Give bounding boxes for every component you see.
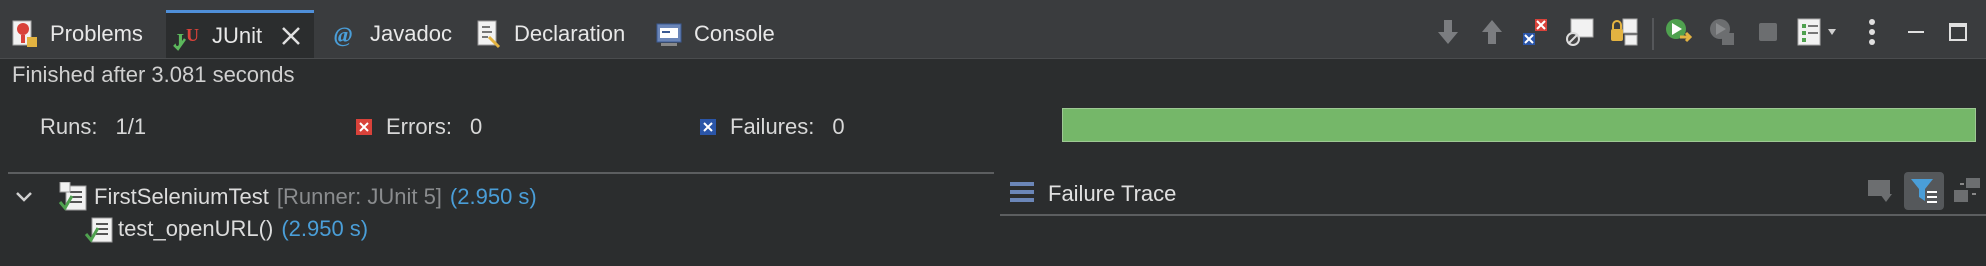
- runs-label: Runs:: [40, 114, 98, 139]
- suite-runner: [Runner: JUnit 5]: [276, 184, 442, 209]
- status-message: Finished after 3.081 seconds: [12, 62, 295, 87]
- tab-label: Declaration: [514, 21, 626, 46]
- suite-time: (2.950 s): [449, 184, 537, 209]
- compare-results-icon[interactable]: [1864, 174, 1898, 208]
- rerun-test-icon[interactable]: [1664, 16, 1696, 48]
- test-tree: FirstSeleniumTest [Runner: JUnit 5] (2.9…: [8, 172, 994, 266]
- failures-counter: Failures: 0: [700, 114, 845, 140]
- copy-trace-icon[interactable]: [1950, 174, 1984, 208]
- test-suite-ok-icon: [58, 182, 88, 212]
- runs-counter: Runs: 1/1: [40, 114, 146, 140]
- failure-trace-header: Failure Trace: [1000, 168, 1986, 216]
- failure-icon: [700, 119, 716, 135]
- test-time: (2.950 s): [281, 216, 369, 241]
- scroll-lock-icon[interactable]: [1564, 16, 1596, 48]
- tab-label: JUnit: [212, 22, 263, 48]
- failure-trace-title: Failure Trace: [1048, 181, 1177, 206]
- test-progress-bar: [1062, 108, 1976, 142]
- suite-name: FirstSeleniumTest: [94, 184, 269, 209]
- problems-icon: [10, 19, 40, 49]
- tab-declaration[interactable]: Declaration: [474, 10, 625, 58]
- view-tab-bar: Problems JU JUnit @ Javadoc Declaration …: [0, 0, 1986, 59]
- rerun-failed-first-icon[interactable]: [1708, 16, 1740, 48]
- chevron-down-icon[interactable]: [14, 190, 38, 204]
- tab-label: Problems: [50, 21, 143, 46]
- view-menu-icon[interactable]: [1858, 16, 1886, 48]
- errors-counter: Errors: 0: [356, 114, 482, 140]
- failures-value: 0: [832, 114, 845, 139]
- tree-row-test[interactable]: test_openURL() (2.950 s): [84, 214, 368, 244]
- tab-label: Javadoc: [370, 21, 452, 46]
- console-icon: [654, 19, 684, 49]
- svg-text:@: @: [334, 22, 352, 47]
- layout-lock-icon[interactable]: [1608, 16, 1640, 48]
- tab-junit[interactable]: JU JUnit: [166, 10, 315, 58]
- javadoc-icon: @: [330, 19, 360, 49]
- maximize-icon[interactable]: [1942, 16, 1974, 48]
- test-run-history-icon[interactable]: [1796, 16, 1844, 48]
- error-icon: [356, 119, 372, 135]
- junit-icon: JU: [172, 21, 202, 51]
- failures-label: Failures:: [730, 114, 815, 139]
- toolbar-separator: [1652, 18, 1654, 50]
- test-name: test_openURL(): [118, 216, 274, 241]
- declaration-icon: [474, 19, 504, 49]
- errors-value: 0: [470, 114, 483, 139]
- tab-label: Console: [694, 21, 775, 46]
- svg-text:U: U: [186, 25, 199, 45]
- close-icon[interactable]: [280, 25, 302, 47]
- failure-trace-pane: Failure Trace: [1000, 168, 1986, 264]
- next-failure-icon[interactable]: [1432, 16, 1464, 48]
- tree-row-suite[interactable]: FirstSeleniumTest [Runner: JUnit 5] (2.9…: [14, 182, 537, 212]
- tab-problems[interactable]: Problems: [10, 10, 143, 58]
- errors-label: Errors:: [386, 114, 452, 139]
- stop-icon[interactable]: [1752, 16, 1784, 48]
- filter-stack-icon[interactable]: [1904, 172, 1944, 210]
- runs-value: 1/1: [115, 114, 147, 139]
- stack-trace-icon: [1010, 180, 1036, 209]
- previous-failure-icon[interactable]: [1476, 16, 1508, 48]
- show-failures-only-icon[interactable]: [1520, 16, 1552, 48]
- minimize-icon[interactable]: [1900, 16, 1932, 48]
- tab-javadoc[interactable]: @ Javadoc: [330, 10, 452, 58]
- tab-console[interactable]: Console: [654, 10, 775, 58]
- test-ok-icon: [84, 214, 114, 244]
